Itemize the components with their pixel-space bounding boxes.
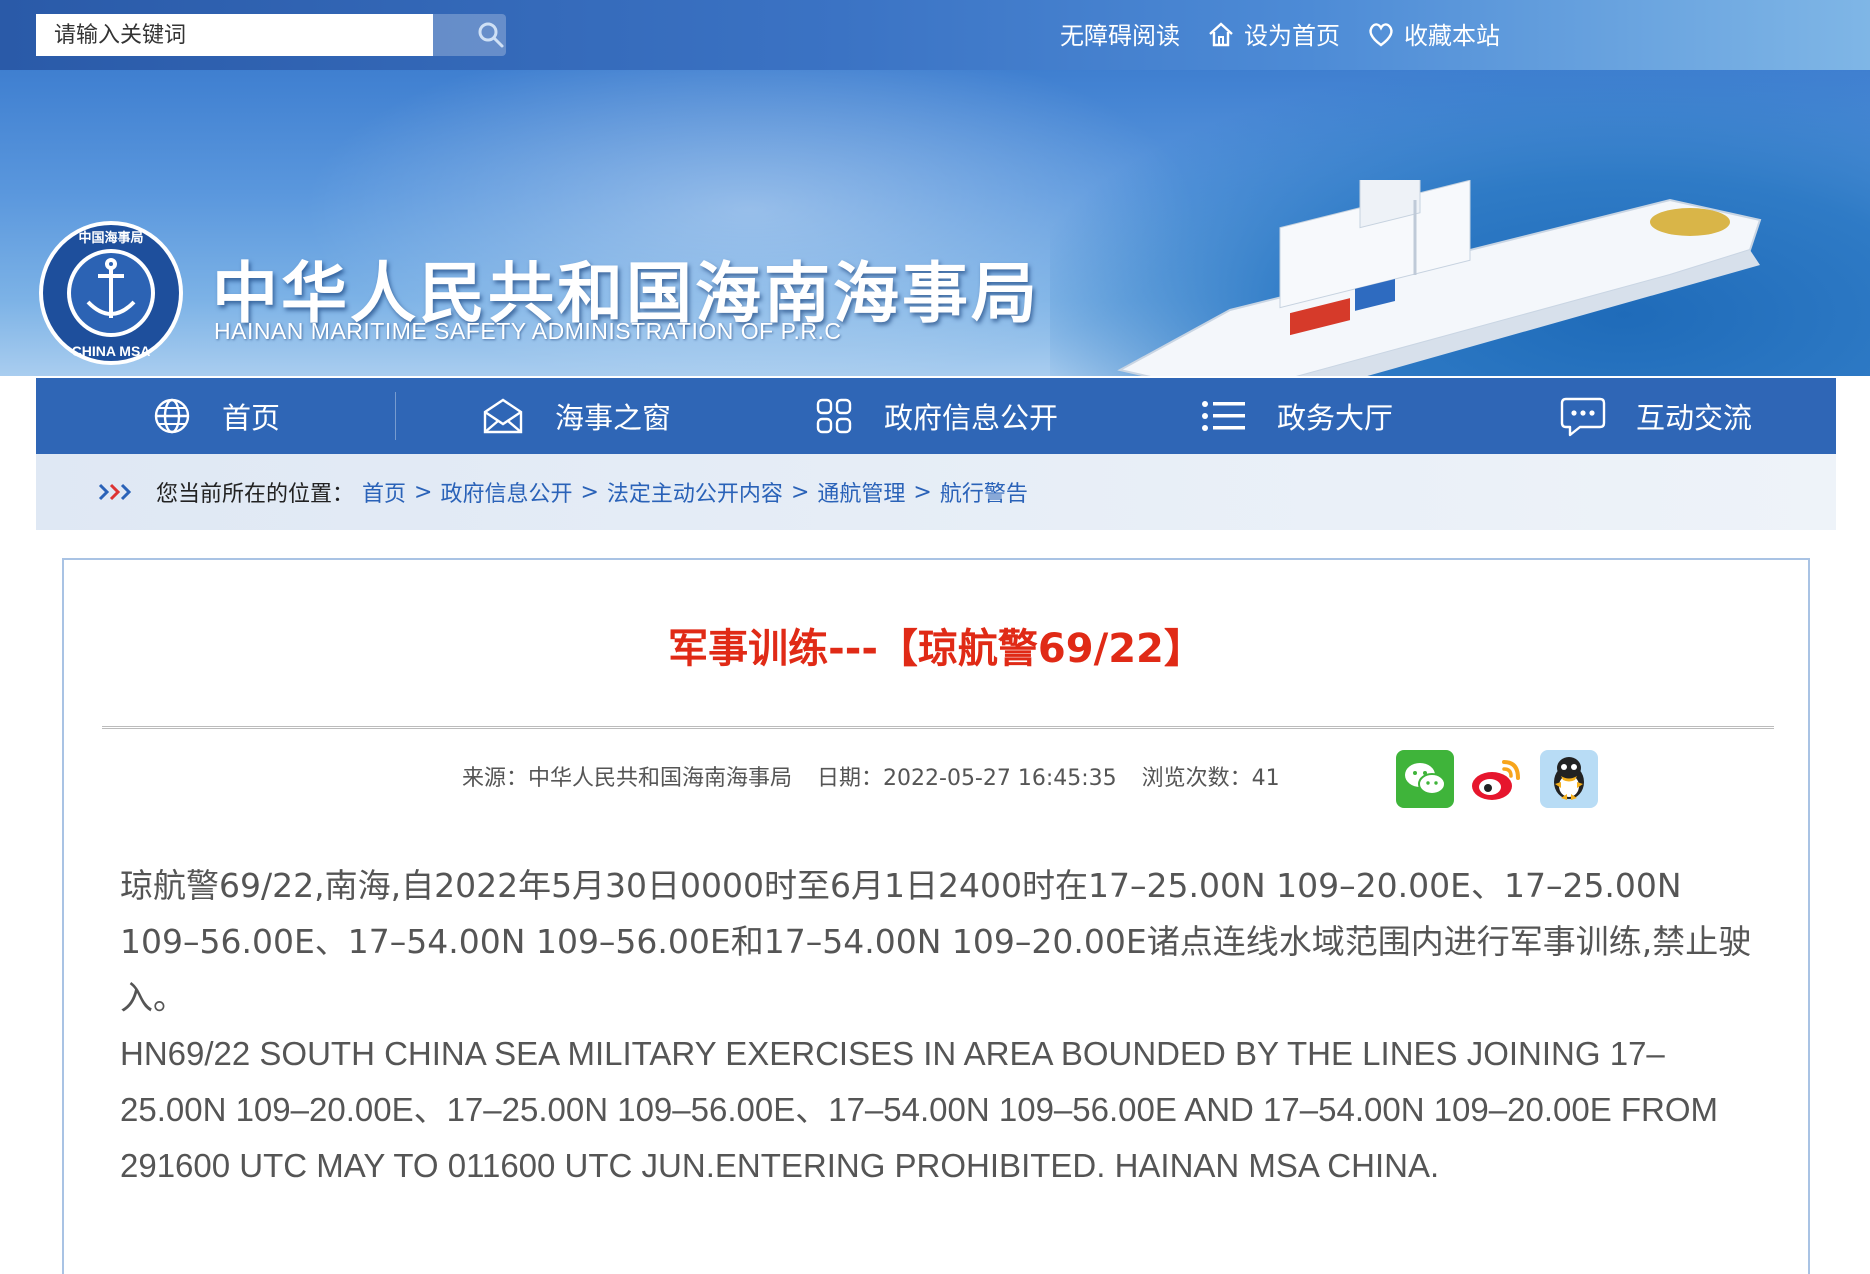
- breadcrumb: 您当前所在的位置： 首页 > 政府信息公开 > 法定主动公开内容 > 通航管理 …: [36, 454, 1836, 530]
- main-nav: 首页 海事之窗 政府信息公开 政务大厅 互动交流: [36, 378, 1836, 454]
- heart-icon: [1369, 22, 1393, 46]
- chevrons-right-icon: [98, 483, 132, 501]
- nav-label-maritime-window: 海事之窗: [554, 401, 671, 435]
- search-box: [36, 14, 506, 56]
- site-subtitle: HAINAN MARITIME SAFETY ADMINISTRATION OF…: [214, 318, 842, 344]
- nav-label-service-hall: 政务大厅: [1276, 401, 1393, 435]
- nav-item-maritime-window[interactable]: 海事之窗: [396, 378, 756, 454]
- title-divider: [102, 726, 1774, 729]
- top-bar: 无障碍阅读 设为首页 收藏本站: [0, 0, 1870, 70]
- accessibility-label: 无障碍阅读: [1060, 22, 1180, 50]
- breadcrumb-item-nav-warnings[interactable]: 航行警告: [940, 476, 1028, 508]
- chat-icon: [1560, 397, 1606, 437]
- nav-label-home: 首页: [221, 401, 280, 435]
- breadcrumb-label: 您当前所在的位置：: [156, 482, 355, 507]
- breadcrumb-item-home[interactable]: 首页: [362, 476, 406, 508]
- breadcrumb-item-navigation-mgmt[interactable]: 通航管理: [817, 476, 905, 508]
- header-banner: 中国海事局 CHINA MSA 中华人民共和国海南海事局 HAINAN MARI…: [0, 70, 1870, 376]
- article-body-chinese: 琼航警69/22,南海,自2022年5月30日0000时至6月1日2400时在1…: [120, 866, 1752, 1017]
- accessibility-link[interactable]: 无障碍阅读: [1060, 16, 1180, 51]
- wechat-icon[interactable]: [1396, 750, 1454, 808]
- article-views: 浏览次数：41: [1141, 766, 1280, 791]
- breadcrumb-separator: >: [414, 479, 433, 505]
- globe-icon: [154, 398, 190, 434]
- breadcrumb-item-gov-info[interactable]: 政府信息公开: [440, 476, 572, 508]
- page: 无障碍阅读 设为首页 收藏本站: [0, 0, 1870, 1274]
- article-date: 日期：2022-05-27 16:45:35: [817, 766, 1117, 791]
- share-buttons: [1396, 750, 1612, 808]
- patrol-ship-image: [1117, 180, 1762, 376]
- article-title: 军事训练---【琼航警69/22】: [668, 626, 1204, 672]
- set-home-label: 设为首页: [1244, 22, 1340, 50]
- breadcrumb-separator: >: [580, 479, 599, 505]
- china-msa-logo: 中国海事局 CHINA MSA: [39, 221, 183, 365]
- bookmark-link[interactable]: 收藏本站: [1366, 16, 1500, 51]
- list-icon: [1201, 401, 1245, 431]
- search-icon[interactable]: [476, 20, 506, 50]
- nav-label-interaction: 互动交流: [1635, 401, 1752, 435]
- nav-item-service-hall[interactable]: 政务大厅: [1116, 378, 1476, 454]
- logo-text-bottom: CHINA MSA: [72, 343, 151, 359]
- home-icon: [1209, 21, 1233, 46]
- grid-icon: [816, 398, 852, 434]
- article-body-english: HN69/22 SOUTH CHINA SEA MILITARY EXERCIS…: [120, 1035, 1719, 1184]
- breadcrumb-item-statutory[interactable]: 法定主动公开内容: [607, 476, 783, 508]
- set-home-link[interactable]: 设为首页: [1206, 16, 1340, 51]
- nav-item-home[interactable]: 首页: [36, 378, 396, 454]
- top-links: 无障碍阅读 设为首页 收藏本站: [1060, 16, 1526, 51]
- bookmark-label: 收藏本站: [1404, 22, 1500, 50]
- search-input[interactable]: [36, 14, 433, 56]
- article-meta: 来源：中华人民共和国海南海事局 日期：2022-05-27 16:45:35 浏…: [462, 760, 1298, 792]
- article-card: 军事训练---【琼航警69/22】 来源：中华人民共和国海南海事局 日期：202…: [62, 558, 1810, 1274]
- nav-item-interaction[interactable]: 互动交流: [1476, 378, 1836, 454]
- breadcrumb-separator: >: [913, 479, 932, 505]
- breadcrumb-separator: >: [790, 479, 810, 505]
- nav-item-gov-info[interactable]: 政府信息公开: [756, 378, 1116, 454]
- logo-text-top: 中国海事局: [78, 230, 143, 246]
- envelope-icon: [483, 398, 523, 434]
- weibo-icon[interactable]: [1468, 750, 1526, 808]
- qq-icon[interactable]: [1540, 750, 1598, 808]
- article-source: 来源：中华人民共和国海南海事局: [462, 766, 793, 791]
- nav-label-gov-info: 政府信息公开: [883, 401, 1058, 435]
